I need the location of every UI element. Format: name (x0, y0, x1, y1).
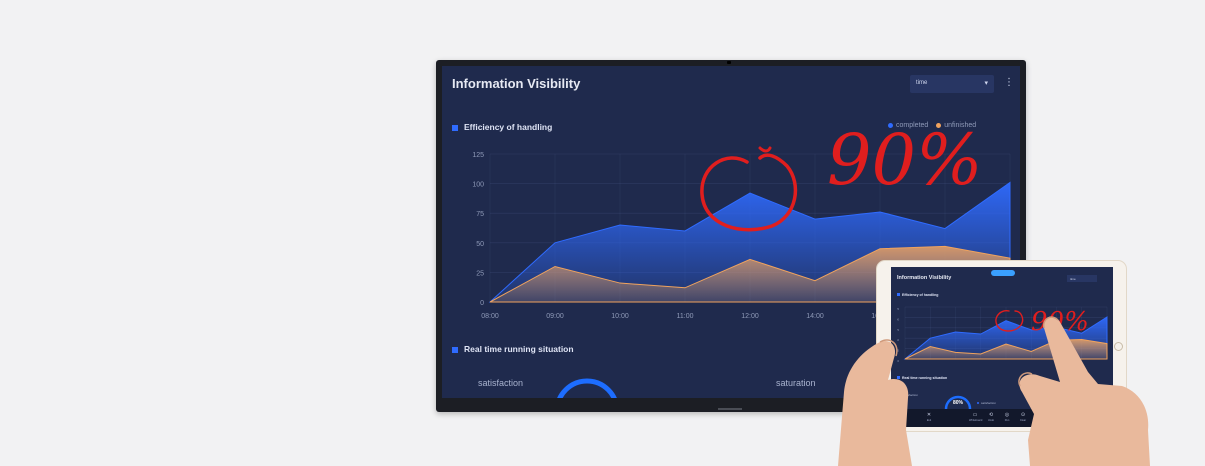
saturation-label: saturation (776, 378, 816, 388)
undo-icon: ⟲ (988, 412, 994, 418)
x-tick-label: 12:00 (741, 313, 759, 320)
tablet-device: Information Visibility time Efficiency o… (876, 260, 1127, 432)
tablet-satisfaction-gauge: 80% (944, 395, 972, 410)
toolbar-pen-button[interactable]: ◎ Pen (1001, 412, 1013, 422)
pen-icon: ◎ (1004, 412, 1010, 418)
toolbar-label: Exit (926, 419, 932, 422)
y-tick-label: 0 (897, 359, 899, 363)
tablet-section-title-realtime: Real time running situation (897, 376, 947, 380)
legend-dot (977, 402, 979, 404)
tablet-section-title-text: Real time running situation (902, 376, 948, 380)
satisfaction-label: satisfaction (478, 378, 524, 388)
toolbar-exit-button[interactable]: ✕ Exit (923, 412, 935, 422)
toolbar-label: Undo (987, 419, 995, 422)
display-brand-logo (718, 408, 742, 410)
y-tick-label: 25 (897, 349, 899, 353)
whiteboard-icon: ▭ (972, 412, 978, 418)
annotation-text: 90% (827, 119, 983, 201)
annotation-toolbar: ✕ Exit ▭ Whiteboard ⟲ Undo ◎ Pen ⊙ Clear ◌ Sav… (891, 409, 1113, 427)
toolbar-label: Pen (1004, 419, 1010, 422)
tablet-gauge-legend-label: satisfaction (981, 401, 997, 405)
y-tick-label: 0 (480, 300, 484, 307)
toolbar-label: Clear (1019, 419, 1027, 422)
toolbar-whiteboard-button[interactable]: ▭ Whiteboard (969, 412, 983, 422)
tablet-handwritten-annotation: 90% (995, 307, 1089, 337)
section-marker-icon (897, 376, 900, 379)
section-marker-icon (452, 346, 458, 353)
tablet-screen: Information Visibility time Efficiency o… (891, 267, 1113, 427)
tablet-camera (880, 345, 884, 349)
close-icon: ✕ (926, 412, 932, 418)
satisfaction-gauge (557, 378, 617, 398)
section-title-text: Real time running situation (464, 344, 574, 354)
home-button[interactable] (1114, 342, 1123, 351)
handwritten-annotation: 90% (700, 119, 983, 232)
eraser-icon: ⊙ (1020, 412, 1026, 418)
tablet-annotation-text: 90% (1031, 307, 1089, 337)
save-icon: ◌ (1037, 412, 1041, 418)
gauge-value: 80% (953, 400, 964, 406)
toolbar-undo-button[interactable]: ⟲ Undo (985, 412, 997, 422)
x-tick-label: 14:00 (806, 313, 824, 320)
toolbar-clear-button[interactable]: ⊙ Clear (1017, 412, 1029, 422)
section-title-realtime: Real time running situation (452, 344, 574, 354)
x-tick-label: 10:00 (611, 313, 629, 320)
x-tick-label: 08:00 (481, 313, 499, 320)
x-tick-label: 09:00 (546, 313, 564, 320)
tablet-satisfaction-label: satisfaction (903, 393, 919, 397)
toolbar-label: Whiteboard (969, 419, 983, 422)
y-tick-label: 25 (476, 270, 484, 277)
tablet-gauge-legend: satisfaction (977, 401, 996, 405)
display-camera (727, 61, 731, 64)
toolbar-label: Save (1036, 419, 1042, 422)
x-tick-label: 11:00 (677, 313, 694, 320)
toolbar-save-button[interactable]: ◌ Save (1033, 412, 1045, 422)
